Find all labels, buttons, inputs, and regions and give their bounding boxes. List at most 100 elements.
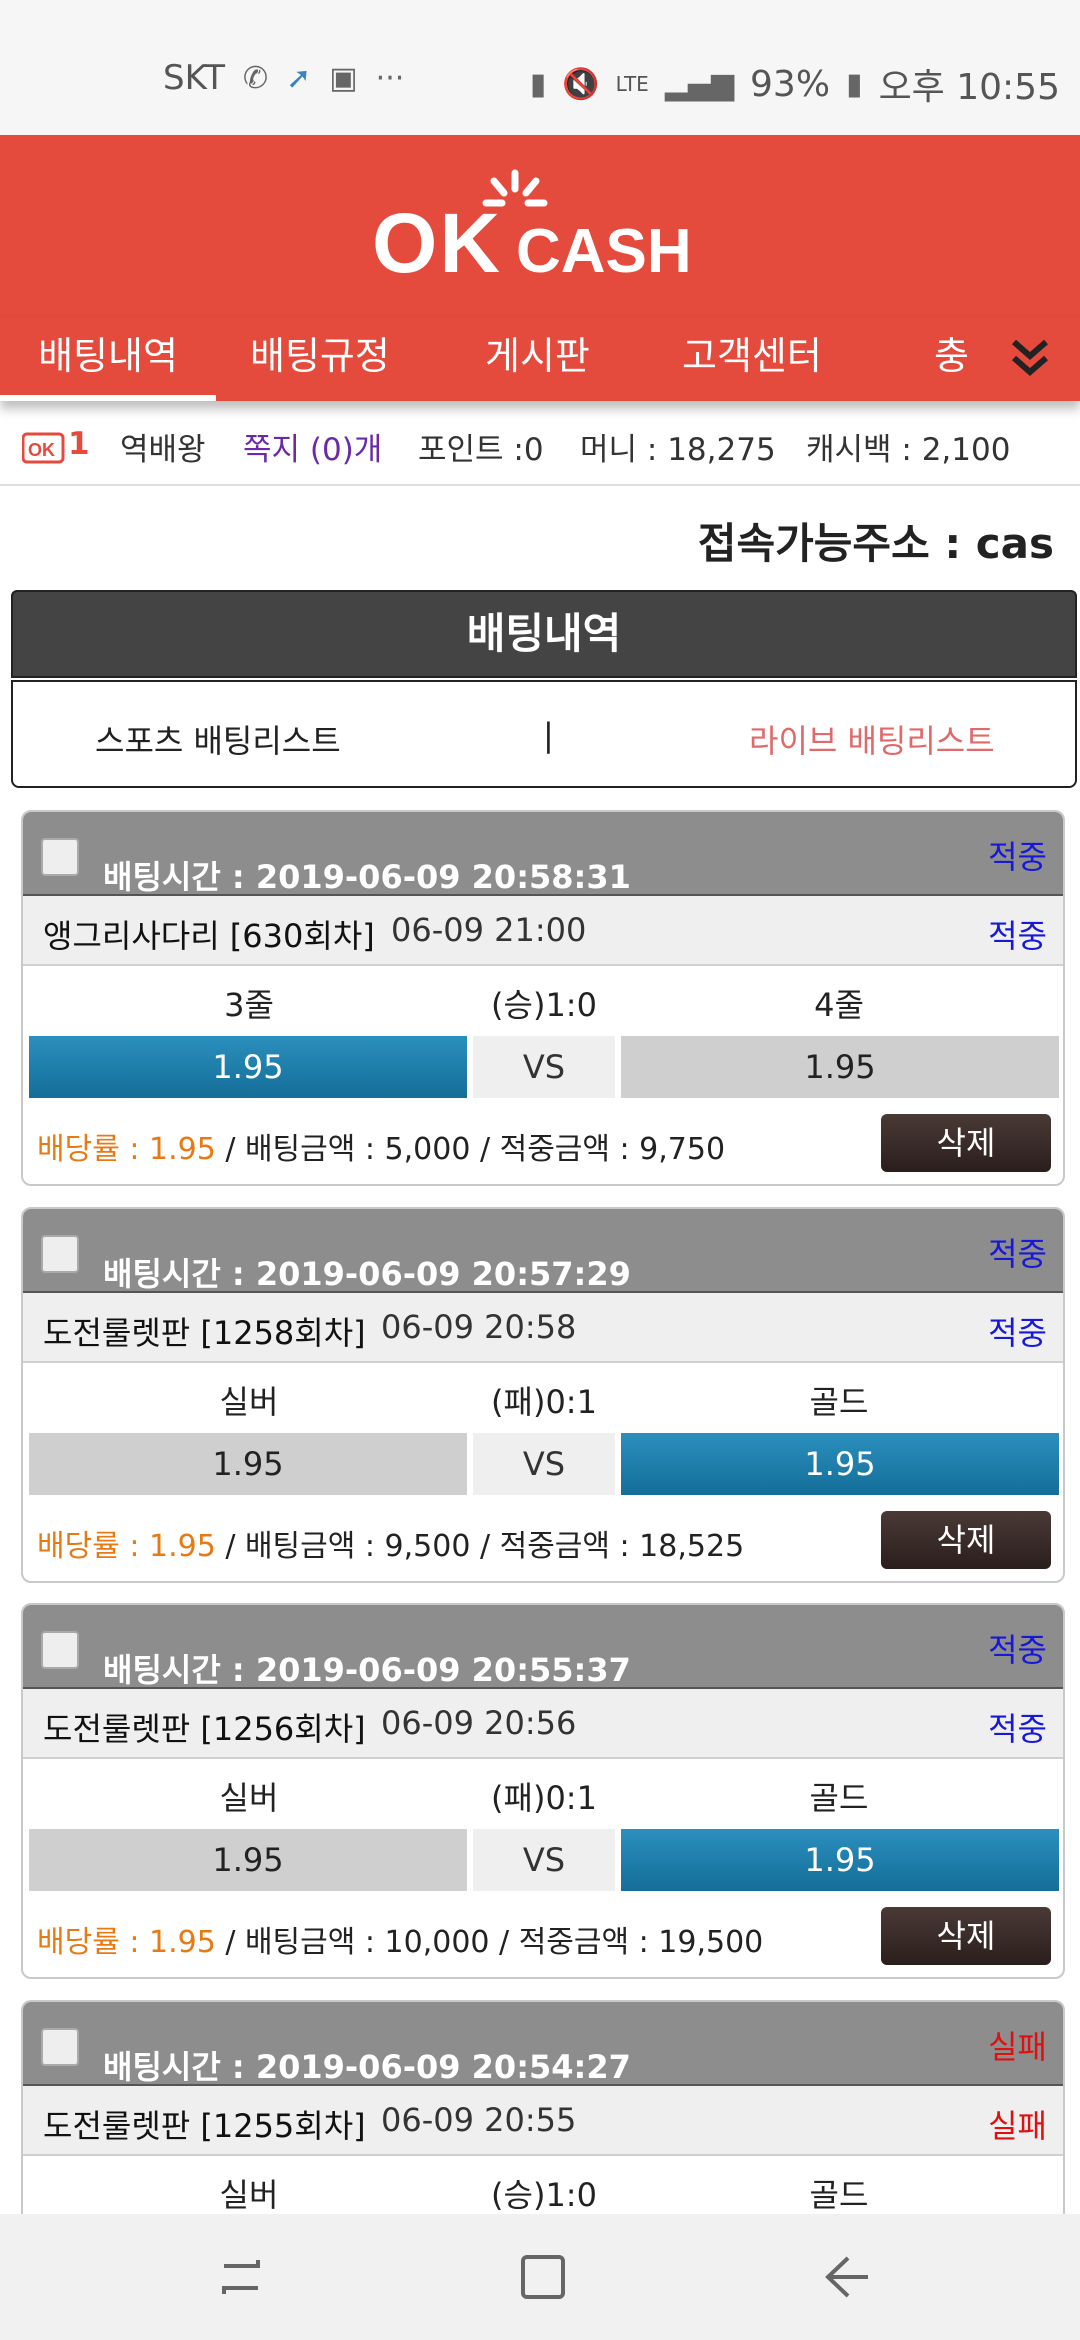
battery-percent: 93%: [750, 63, 831, 105]
access-address: 접속가능주소 : cas: [697, 519, 1054, 568]
bet-picks-row: 실버 (패)0:1 골드: [23, 1759, 1063, 1829]
site-header: OK CASH: [0, 135, 1080, 318]
user-cashback: 캐시백 : 2,100: [806, 432, 1011, 468]
bet-game-row: 도전룰렛판 [1258회차] 06-09 20:58 적중: [23, 1291, 1063, 1363]
odds-row: 1.95 VS 1.95: [23, 1036, 1063, 1102]
score-label: (승)1:0: [491, 986, 597, 1024]
home-icon[interactable]: [518, 2252, 568, 2302]
nav-item-customer-center[interactable]: 고객센터: [682, 318, 822, 401]
bet-card-header: 배팅시간 : 2019-06-09 20:57:29 적중: [23, 1209, 1063, 1293]
bet-list-tabs: 스포츠 배팅리스트 | 라이브 배팅리스트: [11, 680, 1077, 788]
bet-result-badge: 적중: [988, 1235, 1047, 1273]
bet-card-header: 배팅시간 : 2019-06-09 20:58:31 적중: [23, 812, 1063, 896]
away-odds: 1.95: [621, 1036, 1059, 1098]
bet-picks-row: 실버 (승)1:0 골드: [23, 2156, 1063, 2214]
score-label: (패)0:1: [491, 1779, 597, 1817]
vs-label: VS: [473, 1829, 615, 1891]
bet-card-footer: 배당률 : 1.95 / 배팅금액 : 10,000 / 적중금액 : 19,5…: [23, 1895, 1063, 1977]
bet-select-checkbox[interactable]: [41, 1631, 79, 1669]
signal-icon: ▂▄▆: [664, 66, 735, 102]
recent-apps-icon[interactable]: [216, 2252, 266, 2302]
tab-sports-betlist[interactable]: 스포츠 배팅리스트: [95, 716, 341, 762]
game-result: 적중: [988, 1314, 1047, 1352]
okcash-logo[interactable]: OK CASH: [372, 169, 712, 286]
away-pick: 골드: [809, 1383, 869, 1421]
logo-cash-text: CASH: [516, 217, 692, 286]
carrier-label: SKT: [163, 58, 226, 98]
game-result: 실패: [988, 2107, 1047, 2145]
bet-card: 배팅시간 : 2019-06-09 20:57:29 적중 도전룰렛판 [125…: [21, 1207, 1065, 1583]
bet-time: 배팅시간 : 2019-06-09 20:57:29: [103, 1255, 631, 1293]
bet-game-row: 도전룰렛판 [1256회차] 06-09 20:56 적중: [23, 1687, 1063, 1759]
game-time: 06-09 20:55: [381, 2101, 577, 2139]
home-pick: 실버: [219, 2176, 279, 2214]
bet-picks-row: 실버 (패)0:1 골드: [23, 1363, 1063, 1433]
battery-saver-icon: ▮: [529, 66, 547, 102]
user-nickname: 역배왕: [120, 432, 206, 468]
game-name: 앵그리사다리 [630회차]: [43, 917, 375, 955]
bet-result-badge: 적중: [988, 1631, 1047, 1669]
game-time: 06-09 21:00: [391, 911, 587, 949]
bet-time: 배팅시간 : 2019-06-09 20:55:37: [103, 1651, 631, 1689]
nav-item-charge[interactable]: 충: [934, 318, 969, 401]
chevron-double-down-icon[interactable]: [1008, 336, 1052, 380]
section-title: 배팅내역: [11, 590, 1077, 678]
bet-game-row: 도전룰렛판 [1255회차] 06-09 20:55 실패: [23, 2084, 1063, 2156]
tab-live-betlist[interactable]: 라이브 배팅리스트: [749, 716, 995, 762]
vs-label: VS: [473, 1036, 615, 1098]
odds-rate: 배당률 : 1.95: [37, 1132, 216, 1167]
game-result: 적중: [988, 917, 1047, 955]
odds-rate: 배당률 : 1.95: [37, 1925, 216, 1960]
bet-card: 배팅시간 : 2019-06-09 20:54:27 실패 도전룰렛판 [125…: [21, 2000, 1065, 2214]
bet-result-badge: 실패: [988, 2028, 1047, 2066]
game-result: 적중: [988, 1710, 1047, 1748]
away-odds: 1.95: [621, 1829, 1059, 1891]
odds-rate: 배당률 : 1.95: [37, 1529, 216, 1564]
back-icon[interactable]: [822, 2252, 872, 2302]
user-money: 머니 : 18,275: [580, 432, 776, 468]
system-nav-bar: [0, 2214, 1080, 2340]
score-label: (승)1:0: [491, 2176, 597, 2214]
nav-item-betting-history[interactable]: 배팅내역: [0, 318, 216, 401]
bet-picks-row: 3줄 (승)1:0 4줄: [23, 966, 1063, 1036]
away-pick: 골드: [809, 2176, 869, 2214]
bet-select-checkbox[interactable]: [41, 1235, 79, 1273]
bet-select-checkbox[interactable]: [41, 838, 79, 876]
level-number: 1: [68, 426, 90, 462]
nav-item-betting-rules[interactable]: 배팅규정: [250, 318, 390, 401]
odds-row: 1.95 VS 1.95: [23, 1829, 1063, 1895]
delete-button[interactable]: 삭제: [881, 1511, 1051, 1569]
score-label: (패)0:1: [491, 1383, 597, 1421]
home-pick: 3줄: [224, 986, 274, 1024]
bet-card-footer: 배당률 : 1.95 / 배팅금액 : 5,000 / 적중금액 : 9,750…: [23, 1102, 1063, 1184]
game-time: 06-09 20:56: [381, 1704, 577, 1742]
bet-time: 배팅시간 : 2019-06-09 20:54:27: [103, 2048, 631, 2086]
tab-separator: |: [543, 716, 554, 754]
instagram-icon: ▣: [329, 60, 358, 96]
svg-text:OK: OK: [28, 440, 55, 460]
home-odds: 1.95: [29, 1036, 467, 1098]
home-odds: 1.95: [29, 1433, 467, 1495]
home-odds: 1.95: [29, 1829, 467, 1891]
game-time: 06-09 20:58: [381, 1308, 577, 1346]
delete-button[interactable]: 삭제: [881, 1907, 1051, 1965]
user-info-bar: OK 1 역배왕 쪽지 (0)개 포인트 :0 머니 : 18,275 캐시백 …: [0, 410, 1080, 486]
bet-amounts: / 배팅금액 : 10,000 / 적중금액 : 19,500: [215, 1925, 764, 1960]
bet-time: 배팅시간 : 2019-06-09 20:58:31: [103, 858, 631, 896]
away-pick: 골드: [809, 1779, 869, 1817]
delete-button[interactable]: 삭제: [881, 1114, 1051, 1172]
game-name: 도전룰렛판 [1255회차]: [43, 2107, 366, 2145]
user-points: 포인트 :0: [418, 432, 544, 468]
battery-icon: ▮: [846, 66, 863, 102]
bet-card-header: 배팅시간 : 2019-06-09 20:55:37 적중: [23, 1605, 1063, 1689]
messages-link[interactable]: 쪽지 (0)개: [243, 424, 382, 469]
odds-row: 1.95 VS 1.95: [23, 1433, 1063, 1499]
more-notifications-icon: ···: [375, 60, 405, 96]
bet-result-badge: 적중: [988, 838, 1047, 876]
away-pick: 4줄: [814, 986, 864, 1024]
bet-amounts: / 배팅금액 : 9,500 / 적중금액 : 18,525: [215, 1529, 745, 1564]
bet-summary: 배당률 : 1.95 / 배팅금액 : 9,500 / 적중금액 : 18,52…: [37, 1521, 744, 1565]
nav-item-board[interactable]: 게시판: [485, 318, 590, 401]
bet-select-checkbox[interactable]: [41, 2028, 79, 2066]
clock: 오후 10:55: [878, 67, 1060, 108]
